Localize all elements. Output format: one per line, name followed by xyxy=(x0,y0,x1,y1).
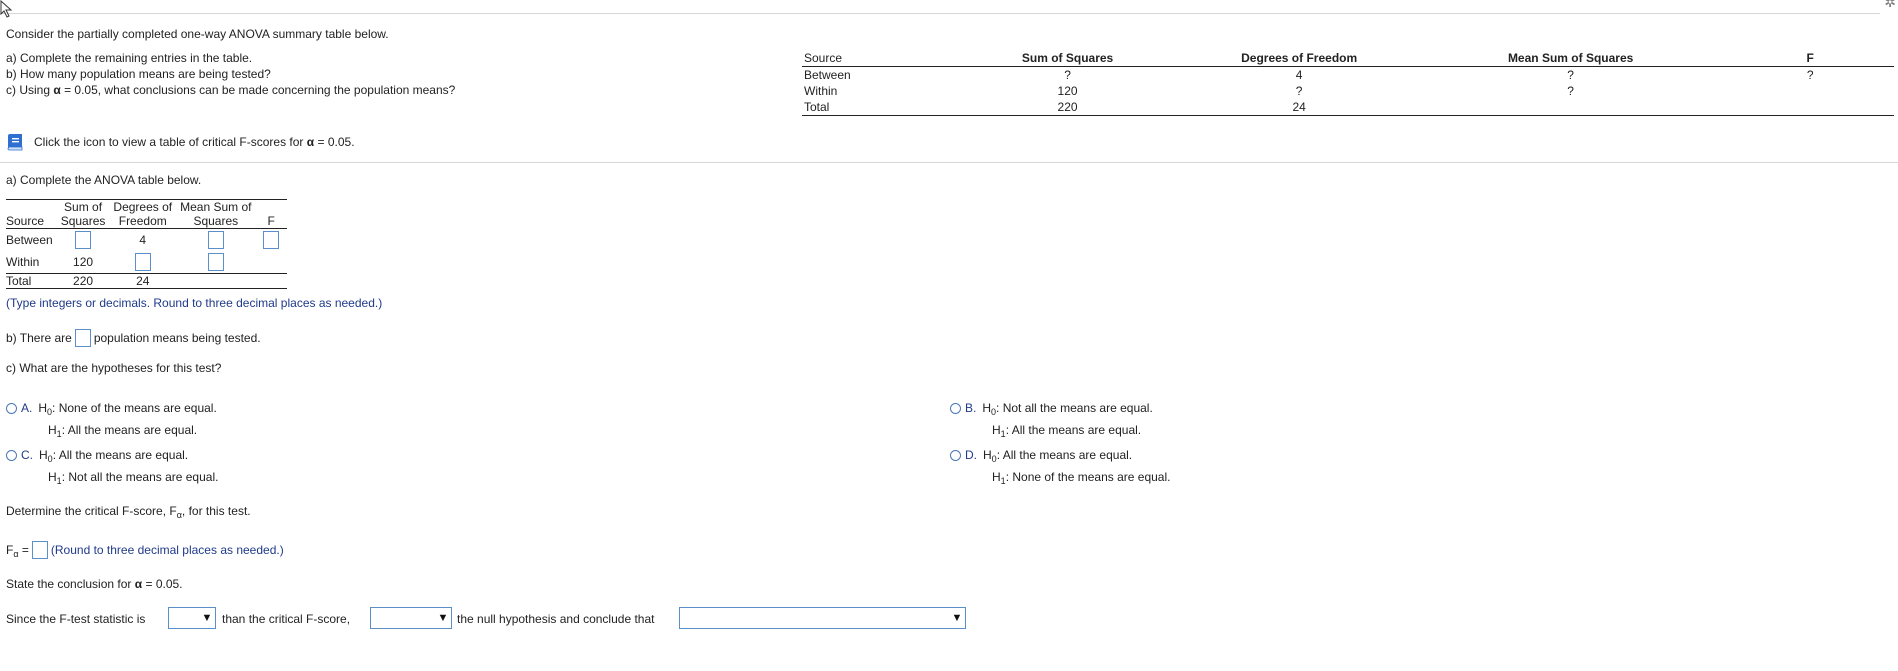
table-row: Between ? 4 ? ? xyxy=(804,68,1814,82)
ref-header-ms: Mean Sum of Squares xyxy=(1414,50,1727,67)
between-ss-input[interactable] xyxy=(75,231,92,249)
section-b: b) There are population means being teste… xyxy=(6,329,261,347)
ref-header-f: F xyxy=(1726,50,1894,67)
table-row: Total 220 24 xyxy=(802,99,1894,116)
option-d[interactable]: D. H0: All the means are equal. H1: None … xyxy=(950,446,1170,490)
part-b: b) How many population means are being t… xyxy=(6,67,271,81)
dropdown-arrow-icon: ▼ xyxy=(437,612,449,624)
gear-icon[interactable]: ✲ xyxy=(1884,0,1896,11)
anova-header-source: Source xyxy=(6,199,57,229)
population-count-input[interactable] xyxy=(74,329,91,347)
table-row: Total 220 24 xyxy=(6,273,287,289)
table-row: Between 4 xyxy=(6,229,287,252)
anova-header-row: Source Sum of Squares Degrees of Freedom M… xyxy=(6,199,287,229)
section-divider xyxy=(0,162,1898,163)
option-a[interactable]: A. H0: None of the means are equal. H1: A… xyxy=(6,399,217,443)
critical-f-input[interactable] xyxy=(31,541,48,559)
conclusion-dropdown[interactable]: ▼ xyxy=(679,607,966,629)
option-c[interactable]: C. H0: All the means are equal. H1: Not a… xyxy=(6,446,218,490)
anova-header-ms: Mean Sum of Squares xyxy=(176,199,256,229)
book-icon[interactable] xyxy=(6,133,24,151)
part-c: c) Using α = 0.05, what conclusions can … xyxy=(6,83,456,97)
radio-option-c[interactable] xyxy=(6,450,17,461)
ref-table-header-row: Source Sum of Squares Degrees of Freedom… xyxy=(802,50,1894,67)
comparison-dropdown[interactable]: ▼ xyxy=(168,607,216,629)
dropdown-arrow-icon: ▼ xyxy=(201,612,213,624)
than-text: than the critical F-score, xyxy=(222,612,351,626)
radio-option-a[interactable] xyxy=(6,403,17,414)
ref-header-df: Degrees of Freedom xyxy=(1183,50,1415,67)
ref-header-ss: Sum of Squares xyxy=(951,50,1184,67)
intro-text: Consider the partially completed one-way… xyxy=(6,27,389,41)
anova-header-f: F xyxy=(255,199,287,229)
anova-header-df: Degrees of Freedom xyxy=(109,199,177,229)
question-parts: a) Complete the remaining entries in the… xyxy=(6,50,455,98)
between-ms-input[interactable] xyxy=(207,231,224,249)
critical-f-answer: Fα = (Round to three decimal places as ne… xyxy=(6,541,284,559)
within-ms-input[interactable] xyxy=(207,253,224,271)
reject-dropdown[interactable]: ▼ xyxy=(370,607,452,629)
section-c-question: c) What are the hypotheses for this test… xyxy=(6,361,222,375)
dropdown-arrow-icon: ▼ xyxy=(951,612,963,624)
rounding-note: (Type integers or decimals. Round to thr… xyxy=(6,296,383,310)
f-stat-input[interactable] xyxy=(263,231,280,249)
option-b[interactable]: B. H0: Not all the means are equal. H1: A… xyxy=(950,399,1153,443)
anova-header-ss: Sum of Squares xyxy=(56,199,110,229)
part-a: a) Complete the remaining entries in the… xyxy=(6,51,253,65)
mouse-cursor-icon xyxy=(0,0,13,18)
since-text: Since the F-test statistic is xyxy=(6,612,146,626)
ref-header-source: Source xyxy=(802,50,952,67)
critical-f-question: Determine the critical F-score, Fα, for … xyxy=(6,504,251,520)
within-df-input[interactable] xyxy=(134,253,151,271)
section-a-title: a) Complete the ANOVA table below. xyxy=(6,173,202,187)
radio-option-b[interactable] xyxy=(950,403,961,414)
critical-values-link[interactable]: Click the icon to view a table of critic… xyxy=(34,135,355,149)
radio-option-d[interactable] xyxy=(950,450,961,461)
answer-anova-table: Source Sum of Squares Degrees of Freedom M… xyxy=(6,199,364,289)
table-row: Within 120 xyxy=(6,251,287,274)
top-rule xyxy=(0,13,1880,14)
conclusion-heading: State the conclusion for α = 0.05. xyxy=(6,577,183,591)
reference-anova-table: Source Sum of Squares Degrees of Freedom… xyxy=(802,50,1894,116)
null-text: the null hypothesis and conclude that xyxy=(457,612,655,626)
table-row: Within 120 ? ? xyxy=(804,84,1574,98)
